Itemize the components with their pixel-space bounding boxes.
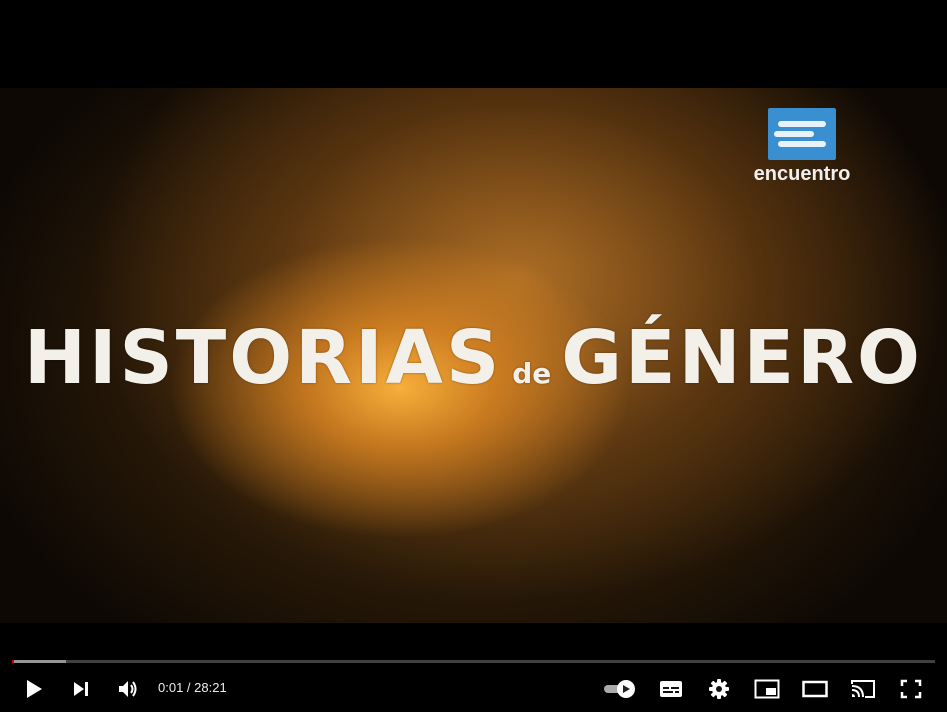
subtitles-icon (659, 680, 683, 698)
miniplayer-icon (754, 679, 780, 699)
autoplay-toggle[interactable] (600, 666, 640, 712)
time-separator: / (183, 680, 195, 695)
play-button[interactable] (18, 666, 50, 712)
next-button[interactable] (66, 666, 96, 712)
video-title-card: HISTORIAS de GÉNERO (0, 315, 947, 401)
miniplayer-button[interactable] (750, 666, 784, 712)
current-time: 0:01 (158, 680, 184, 695)
cast-button[interactable] (846, 666, 880, 712)
video-player[interactable]: encuentro HISTORIAS de GÉNERO 0:01 / 28:21 (0, 0, 947, 712)
next-icon (71, 679, 91, 699)
autoplay-toggle-icon (602, 679, 638, 699)
cast-icon (850, 679, 876, 699)
logo-mark (768, 108, 836, 160)
settings-button[interactable] (702, 666, 736, 712)
fullscreen-button[interactable] (894, 666, 928, 712)
title-genero: GÉNERO (561, 315, 923, 401)
settings-icon (708, 678, 730, 700)
progress-bar[interactable] (12, 660, 935, 663)
control-bar: 0:01 / 28:21 (0, 666, 947, 712)
progress-buffered (12, 660, 66, 663)
encuentro-logo: encuentro (752, 108, 852, 188)
theater-mode-icon (802, 680, 828, 698)
theater-mode-button[interactable] (798, 666, 832, 712)
duration: 28:21 (194, 680, 227, 695)
time-display: 0:01 / 28:21 (158, 666, 227, 712)
logo-text: encuentro (753, 163, 851, 185)
progress-played (12, 660, 14, 663)
volume-icon (117, 679, 139, 699)
title-de: de (512, 357, 552, 390)
title-historias: HISTORIAS (24, 315, 503, 401)
fullscreen-icon (900, 679, 922, 699)
play-icon (24, 678, 44, 700)
subtitles-button[interactable] (654, 666, 688, 712)
volume-button[interactable] (112, 666, 144, 712)
